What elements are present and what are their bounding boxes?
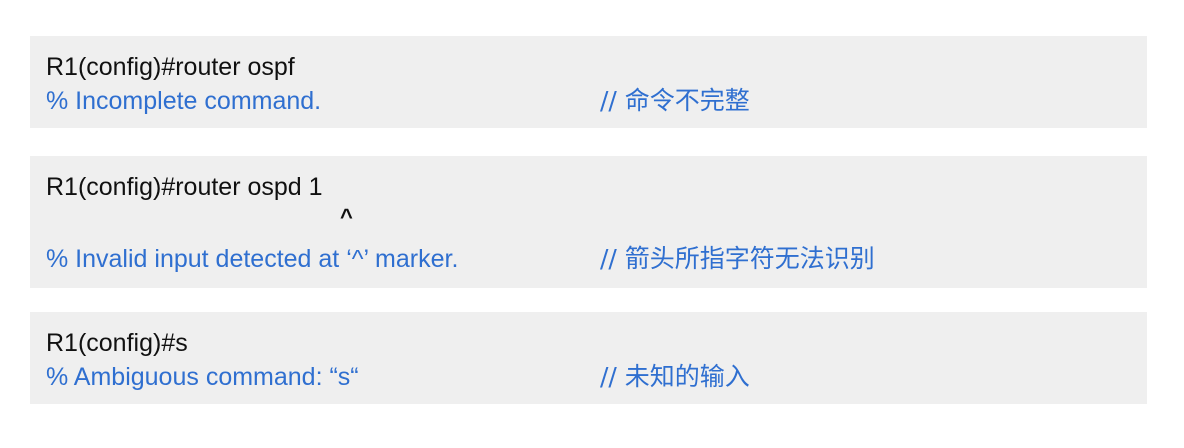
error-message: % Ambiguous command: “s“ [46, 363, 359, 391]
error-caret-marker: ^ [340, 204, 353, 229]
command-line: R1(config)#s [46, 329, 188, 357]
cli-example-invalid-input: R1(config)#router ospd 1 ^ % Invalid inp… [30, 156, 1147, 288]
comment-note: // 箭头所指字符无法识别 [600, 244, 875, 273]
cli-example-ambiguous: R1(config)#s % Ambiguous command: “s“ //… [30, 312, 1147, 404]
error-message: % Incomplete command. [46, 87, 322, 115]
command-line: R1(config)#router ospf [46, 53, 295, 81]
error-message: % Invalid input detected at ‘^’ marker. [46, 245, 459, 273]
comment-note: // 未知的输入 [600, 362, 750, 391]
command-line: R1(config)#router ospd 1 [46, 173, 323, 201]
comment-note: // 命令不完整 [600, 86, 750, 115]
cli-example-incomplete: R1(config)#router ospf % Incomplete comm… [30, 36, 1147, 128]
